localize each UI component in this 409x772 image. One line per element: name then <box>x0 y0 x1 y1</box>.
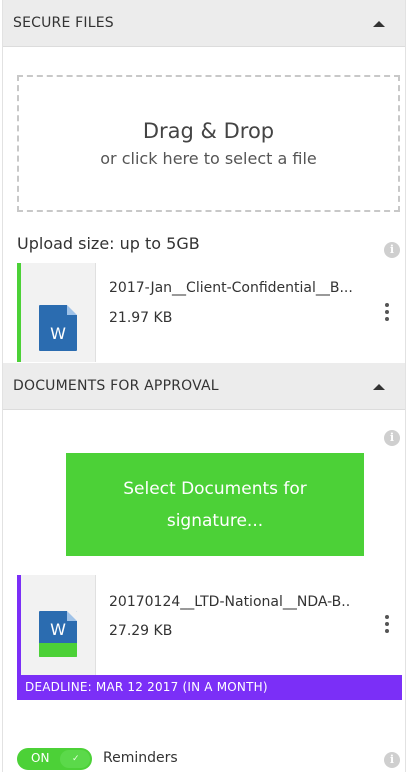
more-options-icon[interactable] <box>382 303 392 325</box>
dropzone-subtitle: or click here to select a file <box>100 149 317 168</box>
toggle-knob: ✓ <box>60 750 90 768</box>
file-size: 21.97 KB <box>109 310 173 326</box>
signature-badge-icon <box>39 643 77 657</box>
toggle-state: ON <box>31 751 50 765</box>
info-icon[interactable]: i <box>384 430 400 446</box>
reminders-toggle[interactable]: ON ✓ <box>17 748 92 770</box>
collapse-caret-icon[interactable] <box>373 384 385 390</box>
file-name: 2017-Jan__Client-Confidential__B... <box>109 280 353 296</box>
select-documents-button[interactable]: Select Documents for signature... <box>66 453 364 556</box>
secure-files-title: SECURE FILES <box>13 15 114 31</box>
reminders-label: Reminders <box>103 750 178 766</box>
file-thumbnail: W <box>21 263 96 362</box>
info-icon[interactable]: i <box>384 242 400 258</box>
select-documents-label: Select Documents for signature... <box>123 479 307 531</box>
more-options-icon[interactable] <box>382 615 392 637</box>
file-name: 20170124__LTD-National__NDA-B.. <box>109 594 351 610</box>
word-document-icon: W <box>39 305 77 351</box>
documents-for-approval-header[interactable]: DOCUMENTS FOR APPROVAL <box>3 363 405 410</box>
approval-title: DOCUMENTS FOR APPROVAL <box>13 378 219 394</box>
dropzone-title: Drag & Drop <box>142 119 275 143</box>
file-thumbnail: W <box>21 575 96 675</box>
upload-size-label: Upload size: up to 5GB <box>17 234 200 253</box>
approval-file-card[interactable]: W 20170124__LTD-National__NDA-B.. 27.29 … <box>17 575 402 700</box>
info-icon[interactable]: i <box>384 752 400 768</box>
file-dropzone[interactable]: Drag & Drop or click here to select a fi… <box>17 75 400 212</box>
collapse-caret-icon[interactable] <box>373 21 385 27</box>
secure-file-card[interactable]: W 2017-Jan__Client-Confidential__B... 21… <box>17 263 402 362</box>
file-size: 27.29 KB <box>109 623 173 639</box>
secure-files-header[interactable]: SECURE FILES <box>3 0 405 47</box>
deadline-banner: DEADLINE: MAR 12 2017 (IN A MONTH) <box>21 675 402 700</box>
word-document-icon: W <box>39 611 77 657</box>
